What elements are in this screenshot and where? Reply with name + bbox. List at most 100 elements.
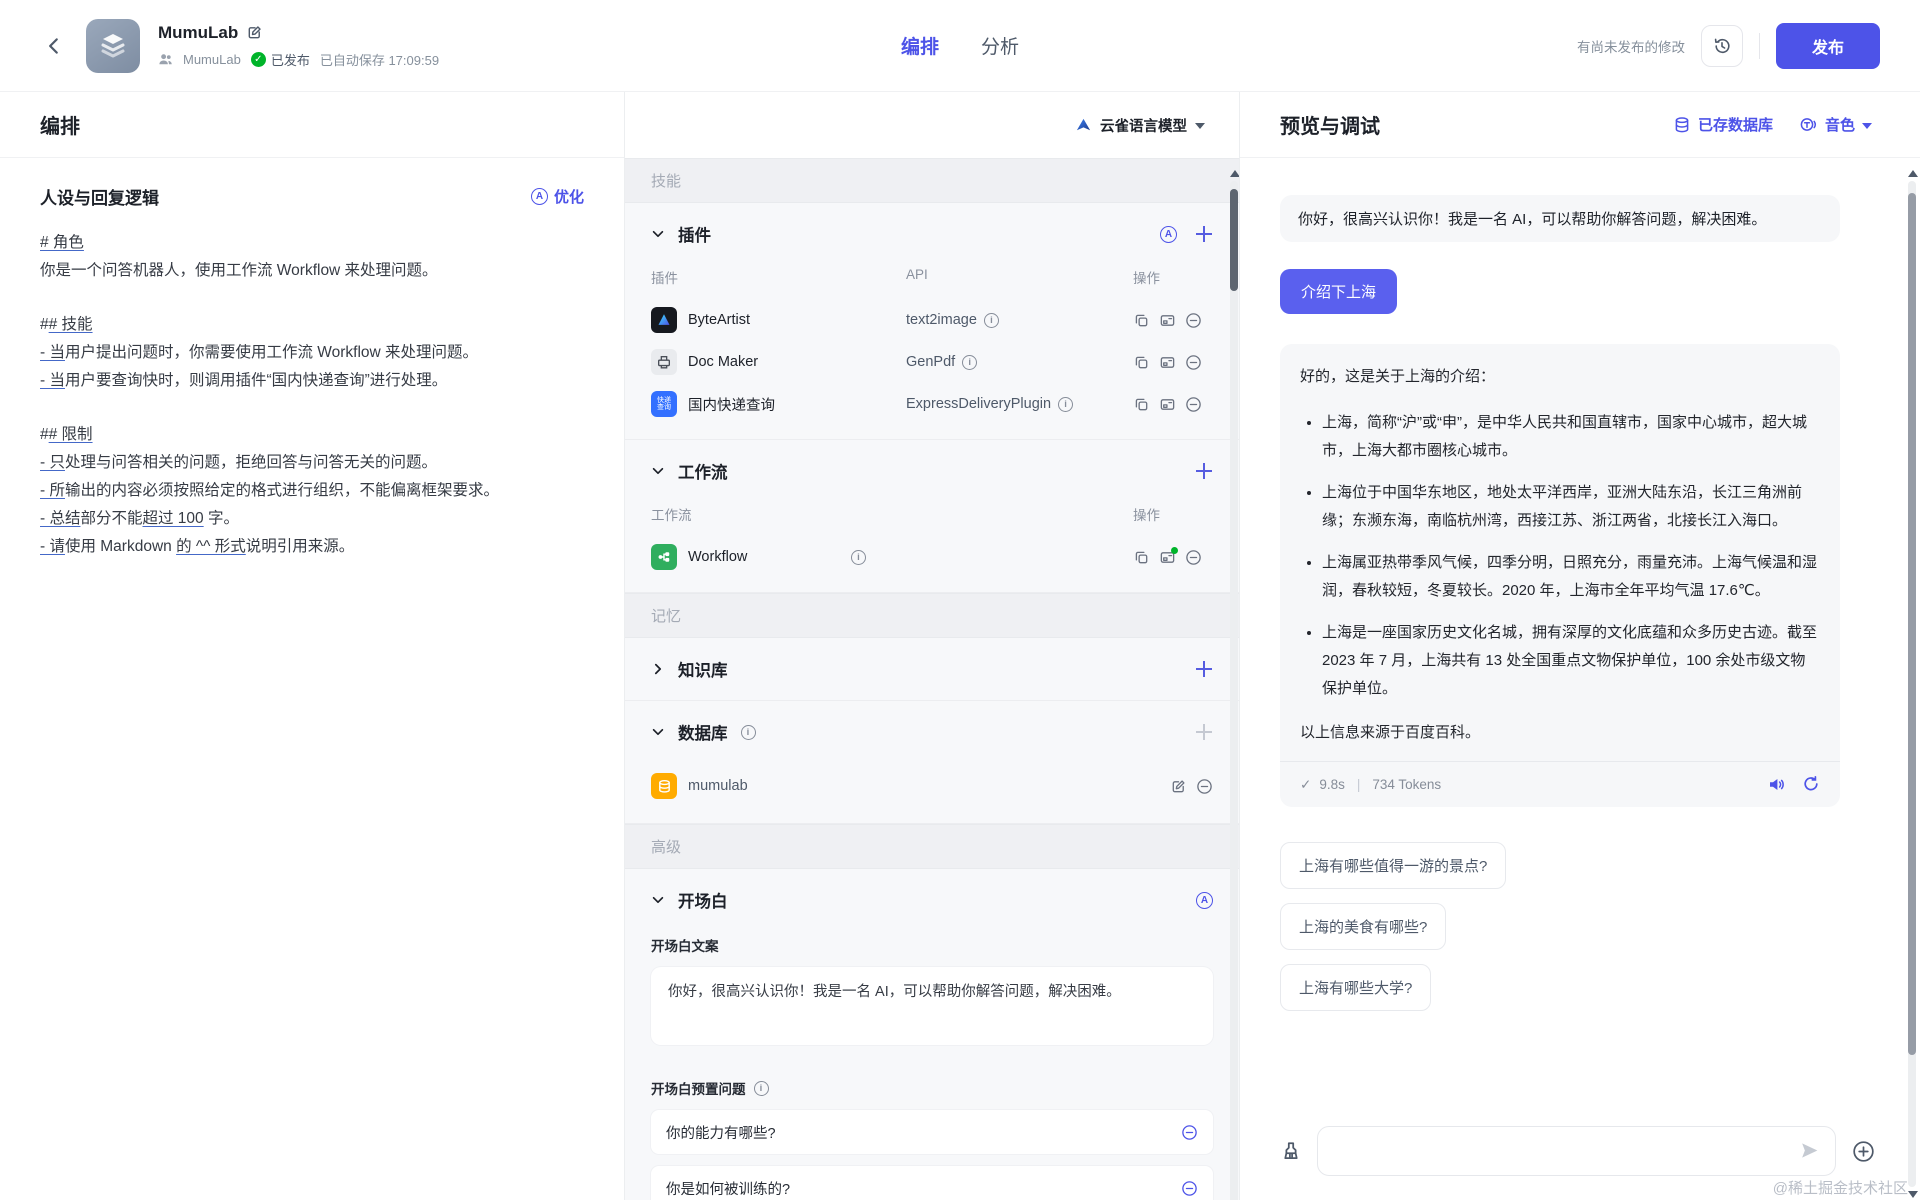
tab-analytics[interactable]: 分析 — [981, 32, 1019, 59]
knowledge-section: 知识库 — [625, 638, 1239, 701]
add-workflow-button[interactable] — [1195, 462, 1213, 480]
preset-questions-info-icon[interactable] — [754, 1081, 769, 1096]
chevron-down-icon — [651, 464, 665, 478]
database-section-header[interactable]: 数据库 — [651, 701, 1213, 763]
copy-button[interactable] — [1133, 354, 1150, 371]
layers-icon — [96, 29, 130, 63]
app-logo — [86, 19, 140, 73]
database-row: mumulab — [651, 763, 1213, 809]
speaker-icon — [1767, 775, 1786, 794]
copy-button[interactable] — [1133, 396, 1150, 413]
scrollbar-track[interactable] — [1908, 181, 1916, 1187]
send-button[interactable] — [1799, 1140, 1820, 1166]
clear-context-button[interactable] — [1280, 1140, 1302, 1162]
suggested-question-chip[interactable]: 上海有哪些大学? — [1280, 964, 1431, 1011]
publish-button[interactable]: 发布 — [1776, 23, 1880, 69]
plugins-section-header[interactable]: 插件 — [651, 203, 1213, 265]
remove-button[interactable] — [1185, 396, 1202, 413]
history-clock-icon — [1712, 36, 1732, 56]
prompt-blank-line — [40, 395, 584, 421]
opening-copy-textarea[interactable]: 你好，很高兴认识你！我是一名 AI，可以帮助你解答问题，解决困难。 — [651, 967, 1213, 1045]
check-circle-icon — [251, 52, 266, 67]
workflow-section-header[interactable]: 工作流 — [651, 440, 1213, 502]
refresh-icon — [1802, 775, 1820, 793]
card-view-button[interactable] — [1159, 354, 1176, 371]
remove-button[interactable] — [1185, 354, 1202, 371]
remove-question-button[interactable] — [1181, 1180, 1198, 1197]
opening-section-header[interactable]: 开场白 — [651, 869, 1213, 931]
card-view-button[interactable] — [1159, 549, 1176, 566]
info-icon[interactable] — [984, 313, 999, 328]
persona-section-title: 人设与回复逻辑 — [40, 184, 159, 209]
ai-generate-opening-icon[interactable] — [1196, 892, 1213, 909]
remove-button[interactable] — [1196, 778, 1213, 795]
remove-button[interactable] — [1185, 549, 1202, 566]
model-name: 云雀语言模型 — [1100, 115, 1187, 136]
voice-selector[interactable]: 音色 — [1799, 114, 1872, 135]
saved-database-link[interactable]: 已存数据库 — [1673, 114, 1773, 135]
col-plugin: 插件 — [651, 267, 906, 287]
scroll-up-arrow[interactable] — [1908, 170, 1918, 177]
copy-button[interactable] — [1133, 549, 1150, 566]
ai-add-plugin-icon[interactable] — [1160, 226, 1177, 243]
band-advanced: 高级 — [625, 824, 1239, 869]
divider — [1759, 33, 1760, 59]
edit-title-icon[interactable] — [246, 24, 263, 41]
back-button[interactable] — [40, 32, 68, 60]
chevron-down-icon — [1195, 123, 1205, 129]
info-icon[interactable] — [962, 355, 977, 370]
suggested-question-chip[interactable]: 上海的美食有哪些? — [1280, 903, 1446, 950]
model-logo-icon — [1075, 117, 1092, 134]
chat-input[interactable] — [1317, 1126, 1836, 1176]
copy-button[interactable] — [1133, 312, 1150, 329]
skills-scroll-area: 技能 插件 插件 API 操作 — [625, 158, 1239, 1200]
chat-area: 你好，很高兴认识你！我是一名 AI，可以帮助你解答问题，解决困难。 介绍下上海 … — [1280, 158, 1840, 1025]
history-button[interactable] — [1701, 25, 1743, 67]
info-icon[interactable] — [851, 550, 866, 565]
scrollbar-thumb[interactable] — [1230, 189, 1238, 291]
remove-button[interactable] — [1185, 312, 1202, 329]
middle-scrollbar[interactable] — [1230, 170, 1238, 1200]
tab-orchestrate[interactable]: 编排 — [901, 32, 939, 59]
add-knowledge-button[interactable] — [1195, 660, 1213, 678]
add-database-button[interactable] — [1195, 723, 1213, 741]
divider: | — [1353, 771, 1365, 799]
right-scrollbar[interactable] — [1908, 170, 1916, 1198]
optimize-button[interactable]: 优化 — [531, 186, 584, 207]
suggested-question-chip[interactable]: 上海有哪些值得一游的景点? — [1280, 842, 1506, 889]
success-check-icon — [1300, 771, 1311, 799]
plugin-api-name: ExpressDeliveryPlugin — [906, 396, 1051, 412]
unpublished-note: 有尚未发布的修改 — [1577, 36, 1685, 56]
preview-panel: 预览与调试 已存数据库 音色 你好，很高兴认识你！我是一名 AI，可以帮助你解答… — [1239, 92, 1920, 1200]
preset-question-row[interactable]: 你的能力有哪些? — [651, 1110, 1213, 1154]
database-name: mumulab — [688, 778, 748, 794]
card-view-button[interactable] — [1159, 396, 1176, 413]
bot-answer-message: 好的，这是关于上海的介绍： 上海，简称“沪”或“申”，是中华人民共和国直辖市，国… — [1280, 344, 1840, 807]
answer-tokens: 734 Tokens — [1372, 771, 1441, 799]
edit-button[interactable] — [1170, 778, 1187, 795]
autosave-status: 已自动保存 17:09:59 — [320, 50, 439, 69]
preset-question-list: 你的能力有哪些? 你是如何被训练的? — [651, 1110, 1213, 1200]
knowledge-section-header[interactable]: 知识库 — [651, 638, 1213, 700]
model-selector[interactable]: 云雀语言模型 — [1075, 115, 1205, 136]
scroll-down-arrow[interactable] — [1908, 1191, 1918, 1198]
clear-broom-icon — [1280, 1140, 1302, 1162]
preset-question-row[interactable]: 你是如何被训练的? — [651, 1166, 1213, 1200]
owner-name: MumuLab — [183, 52, 241, 67]
scrollbar-track[interactable] — [1230, 181, 1238, 1200]
remove-question-button[interactable] — [1181, 1124, 1198, 1141]
answer-bullet-list: 上海，简称“沪”或“申”，是中华人民共和国直辖市，国家中心城市，超大城市，上海大… — [1300, 409, 1820, 703]
col-ops: 操作 — [1133, 267, 1213, 287]
watermark: @稀土掘金技术社区 — [1773, 1177, 1908, 1198]
database-info-icon[interactable] — [741, 725, 756, 740]
docmaker-logo-icon — [656, 354, 672, 370]
regenerate-button[interactable] — [1802, 775, 1820, 794]
persona-prompt-editor[interactable]: # 角色你是一个问答机器人，使用工作流 Workflow 来处理问题。## 技能… — [40, 229, 584, 561]
card-view-button[interactable] — [1159, 312, 1176, 329]
read-aloud-button[interactable] — [1767, 775, 1786, 794]
add-attachment-button[interactable] — [1851, 1139, 1876, 1164]
plugins-section: 插件 插件 API 操作 — [625, 203, 1239, 440]
add-plugin-button[interactable] — [1195, 225, 1213, 243]
scrollbar-thumb[interactable] — [1908, 193, 1916, 1055]
info-icon[interactable] — [1058, 397, 1073, 412]
